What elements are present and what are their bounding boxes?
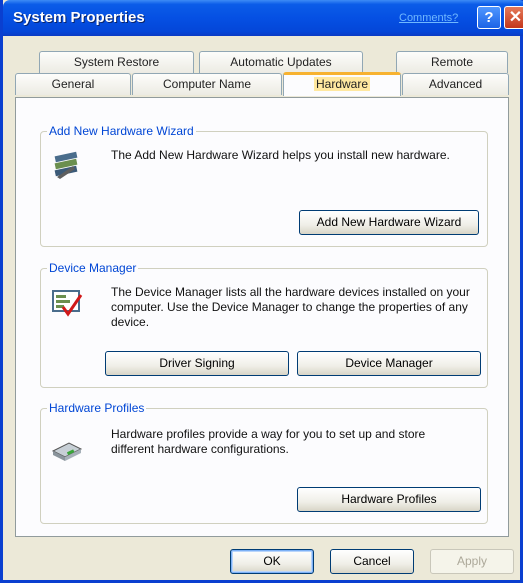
tab-system-restore[interactable]: System Restore [39,51,194,73]
device-manager-group-title: Device Manager [47,261,139,275]
hardware-wizard-icon [54,151,78,179]
tab-label: Computer Name [162,77,252,91]
wizard-group: Add New Hardware Wizard The Add New Hard… [40,124,488,247]
hardware-tab-panel: Add New Hardware Wizard The Add New Hard… [15,97,509,537]
wizard-group-title: Add New Hardware Wizard [47,124,196,138]
tab-label: Remote [430,55,474,69]
hardware-profiles-button[interactable]: Hardware Profiles [297,487,481,512]
device-manager-group: Device Manager The Device Manager lists … [40,261,488,388]
apply-button[interactable]: Apply [430,549,514,574]
device-manager-description: The Device Manager lists all the hardwar… [111,285,470,329]
title-bar[interactable]: System Properties Comments? ? ✕ [3,0,523,36]
hardware-profiles-description: Hardware profiles provide a way for you … [111,427,426,456]
tab-advanced[interactable]: Advanced [402,73,509,95]
tab-general[interactable]: General [15,73,131,95]
comments-link[interactable]: Comments? [399,12,458,24]
system-properties-window: System Properties Comments? ? ✕ System R… [0,0,523,583]
tab-computer-name[interactable]: Computer Name [132,73,282,95]
ok-button[interactable]: OK [230,549,314,574]
hardware-profiles-icon [51,442,83,461]
window-title: System Properties [13,9,145,26]
hardware-profiles-group-title: Hardware Profiles [47,401,147,415]
tab-label: General [51,77,95,91]
close-icon: ✕ [508,9,523,26]
tab-label: Hardware [313,77,371,91]
hardware-profiles-group: Hardware Profiles Hardware profiles prov… [40,401,488,524]
wizard-description: The Add New Hardware Wizard helps you in… [111,148,450,162]
add-new-hardware-wizard-button[interactable]: Add New Hardware Wizard [299,210,479,235]
help-icon: ? [484,9,494,26]
help-button[interactable]: ? [477,6,501,29]
close-button[interactable]: ✕ [504,6,523,29]
tab-remote[interactable]: Remote [396,51,508,73]
cancel-button[interactable]: Cancel [330,549,414,574]
tab-hardware[interactable]: Hardware [283,72,401,96]
tab-label: Automatic Updates [230,55,332,69]
tab-label: System Restore [73,55,160,69]
device-manager-icon [52,290,83,317]
tab-automatic-updates[interactable]: Automatic Updates [199,51,363,73]
device-manager-button[interactable]: Device Manager [297,351,481,376]
driver-signing-button[interactable]: Driver Signing [105,351,289,376]
tab-label: Advanced [428,77,483,91]
